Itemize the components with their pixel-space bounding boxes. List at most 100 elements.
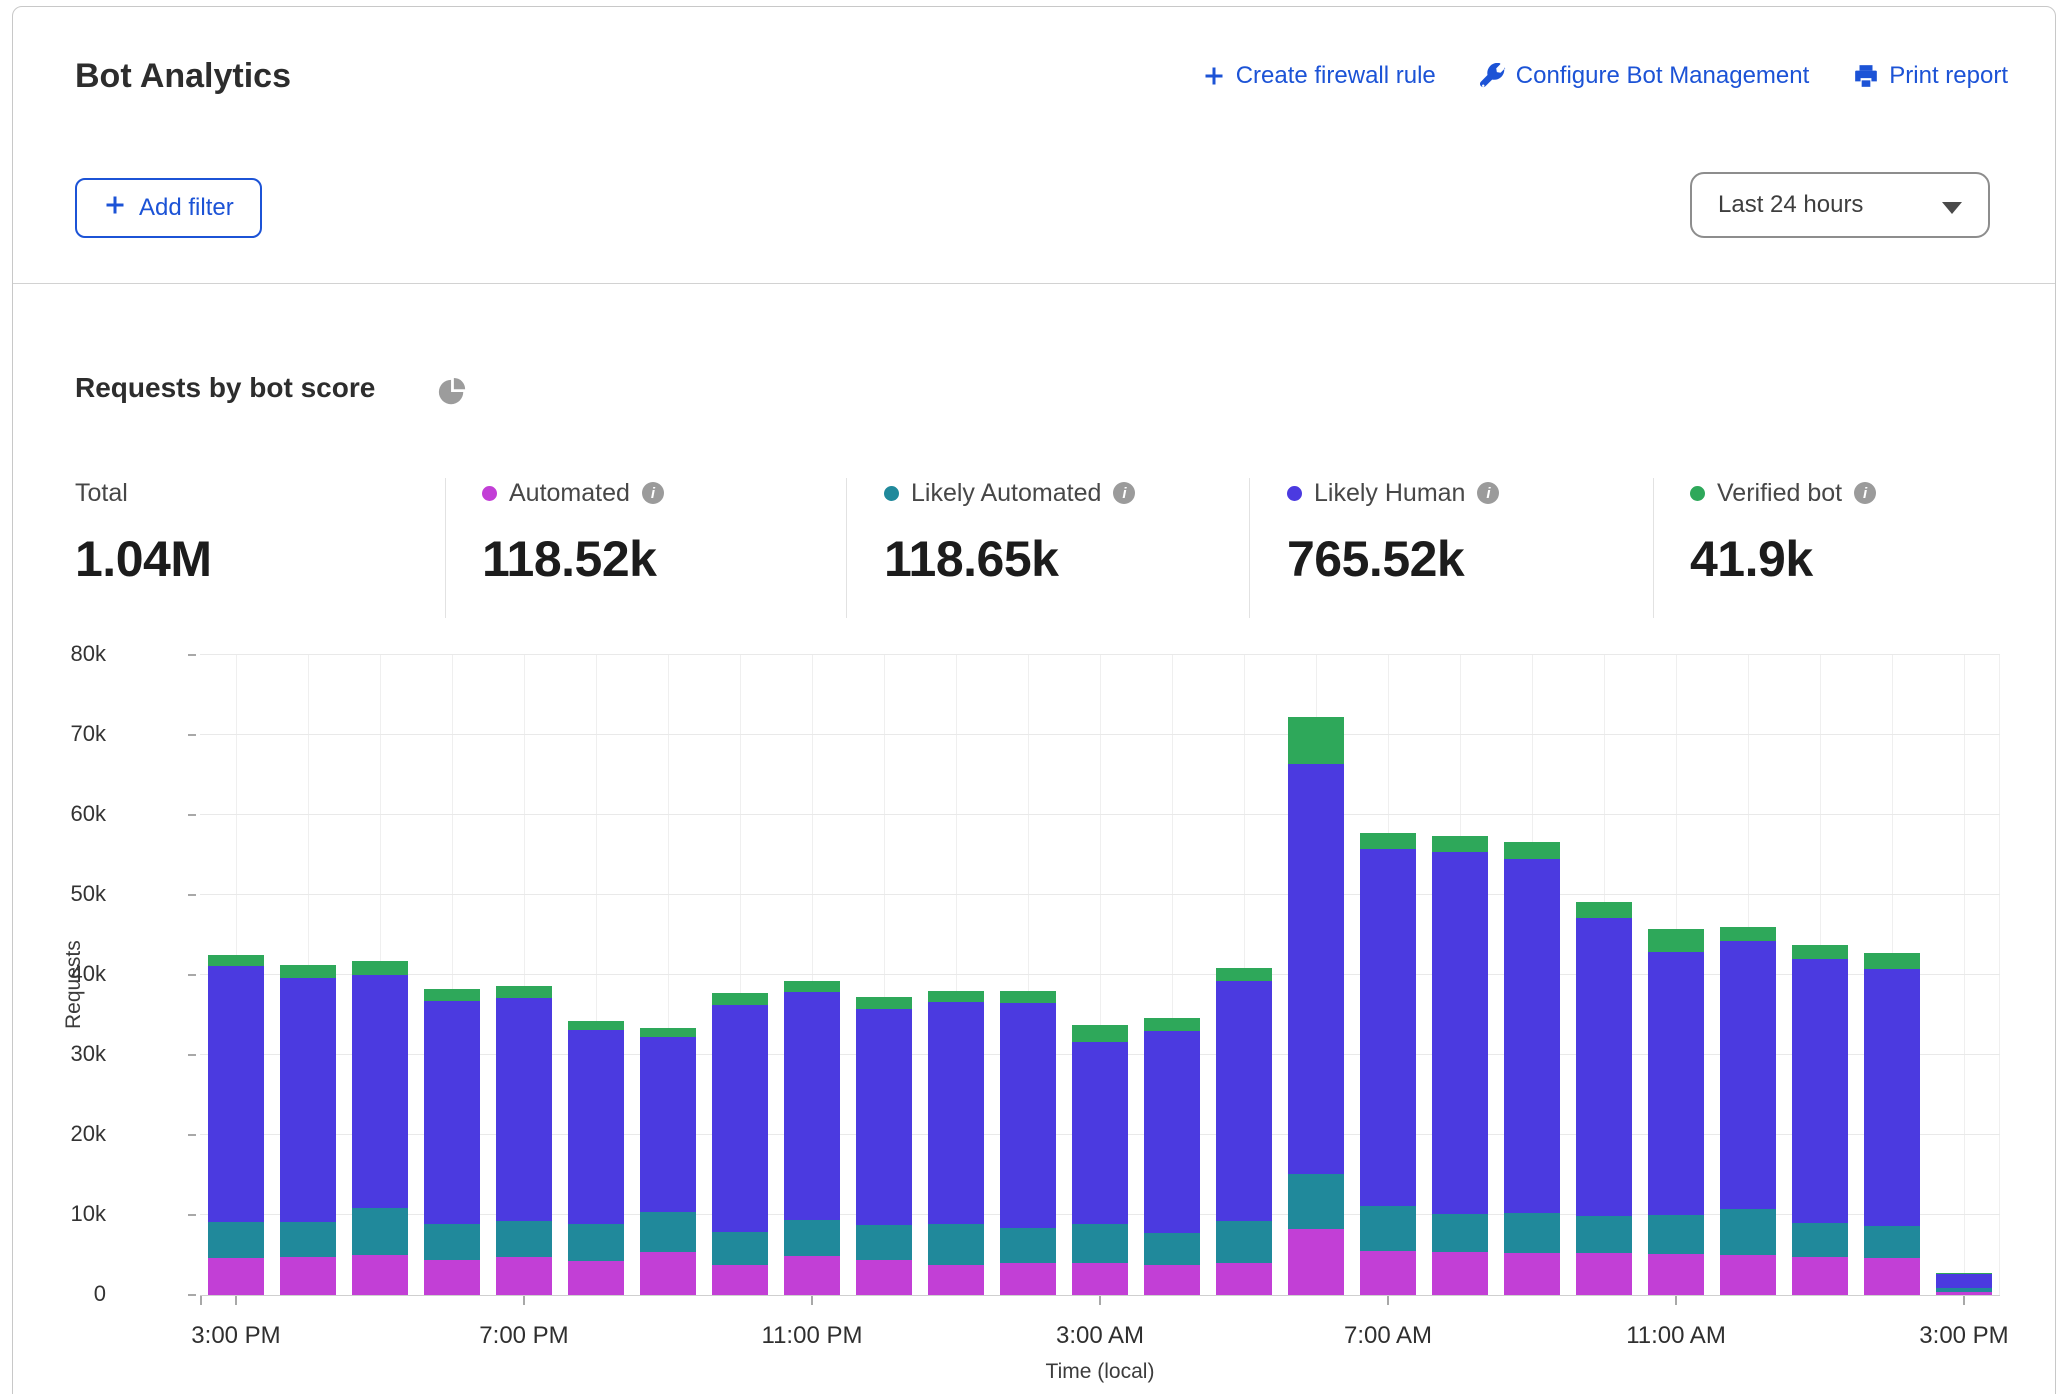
info-icon[interactable]: i — [1477, 482, 1499, 504]
info-icon[interactable]: i — [642, 482, 664, 504]
bar-segment-verified-bot[interactable] — [784, 981, 840, 991]
bar-segment-likely-human[interactable] — [928, 1002, 984, 1224]
bar-segment-automated[interactable] — [1648, 1254, 1704, 1295]
bar-segment-verified-bot[interactable] — [712, 993, 768, 1004]
bar-segment-likely-human[interactable] — [1504, 859, 1560, 1213]
bar-segment-likely-human[interactable] — [856, 1009, 912, 1226]
bar-segment-automated[interactable] — [352, 1255, 408, 1295]
bar-segment-automated[interactable] — [784, 1256, 840, 1295]
bar-segment-likely-automated[interactable] — [712, 1232, 768, 1265]
info-icon[interactable]: i — [1854, 482, 1876, 504]
bar-segment-likely-automated[interactable] — [1720, 1209, 1776, 1255]
bar-segment-likely-human[interactable] — [1072, 1042, 1128, 1224]
bar-segment-verified-bot[interactable] — [856, 997, 912, 1008]
bar-segment-likely-human[interactable] — [640, 1037, 696, 1212]
bar-segment-likely-automated[interactable] — [1576, 1216, 1632, 1254]
bar-segment-verified-bot[interactable] — [640, 1028, 696, 1037]
bar-segment-likely-automated[interactable] — [640, 1212, 696, 1252]
bar-segment-likely-human[interactable] — [1936, 1274, 1992, 1288]
bar-segment-likely-human[interactable] — [208, 966, 264, 1222]
configure-bot-management-link[interactable]: Configure Bot Management — [1480, 62, 1810, 90]
bar-segment-likely-automated[interactable] — [1288, 1174, 1344, 1229]
bar-segment-automated[interactable] — [1000, 1263, 1056, 1295]
bar-segment-verified-bot[interactable] — [1792, 945, 1848, 959]
bar-segment-verified-bot[interactable] — [1720, 927, 1776, 941]
bar-segment-automated[interactable] — [280, 1257, 336, 1295]
bar-segment-likely-human[interactable] — [568, 1030, 624, 1224]
bar-segment-verified-bot[interactable] — [1648, 929, 1704, 951]
bar-segment-verified-bot[interactable] — [424, 989, 480, 1000]
bar-segment-verified-bot[interactable] — [1000, 991, 1056, 1003]
bar-segment-automated[interactable] — [1144, 1265, 1200, 1295]
bar-segment-verified-bot[interactable] — [1864, 953, 1920, 969]
bar-segment-likely-human[interactable] — [352, 975, 408, 1208]
bar-segment-automated[interactable] — [1504, 1253, 1560, 1295]
bar-segment-likely-human[interactable] — [1288, 764, 1344, 1174]
bar-segment-automated[interactable] — [1576, 1253, 1632, 1295]
bar-segment-likely-automated[interactable] — [1432, 1214, 1488, 1252]
bar-segment-likely-human[interactable] — [280, 978, 336, 1222]
bar-segment-likely-automated[interactable] — [1216, 1221, 1272, 1263]
bar-segment-automated[interactable] — [856, 1260, 912, 1295]
bar-segment-likely-human[interactable] — [1864, 969, 1920, 1226]
bar-segment-likely-human[interactable] — [1216, 981, 1272, 1221]
bar-segment-verified-bot[interactable] — [1432, 836, 1488, 852]
bar-segment-likely-automated[interactable] — [1360, 1206, 1416, 1251]
bar-segment-verified-bot[interactable] — [1216, 968, 1272, 981]
bar-segment-automated[interactable] — [1720, 1255, 1776, 1295]
bar-segment-likely-automated[interactable] — [424, 1224, 480, 1260]
create-firewall-rule-link[interactable]: Create firewall rule — [1202, 62, 1436, 90]
bar-segment-likely-automated[interactable] — [784, 1220, 840, 1256]
bar-segment-verified-bot[interactable] — [208, 955, 264, 966]
bar-segment-automated[interactable] — [1432, 1252, 1488, 1295]
bar-segment-likely-automated[interactable] — [1000, 1228, 1056, 1263]
bar-segment-automated[interactable] — [640, 1252, 696, 1295]
bar-segment-likely-human[interactable] — [1648, 952, 1704, 1215]
bar-segment-likely-human[interactable] — [712, 1005, 768, 1232]
bar-segment-verified-bot[interactable] — [928, 991, 984, 1002]
print-report-link[interactable]: Print report — [1853, 62, 2008, 90]
bar-segment-likely-automated[interactable] — [280, 1222, 336, 1257]
bar-segment-likely-human[interactable] — [784, 992, 840, 1220]
bar-segment-likely-human[interactable] — [1144, 1031, 1200, 1233]
bar-segment-automated[interactable] — [496, 1257, 552, 1295]
bar-segment-likely-automated[interactable] — [928, 1224, 984, 1265]
bar-segment-likely-human[interactable] — [424, 1001, 480, 1224]
bar-segment-automated[interactable] — [1864, 1258, 1920, 1295]
bar-segment-likely-automated[interactable] — [856, 1225, 912, 1259]
bar-segment-likely-human[interactable] — [1792, 959, 1848, 1223]
bar-segment-automated[interactable] — [1936, 1292, 1992, 1295]
add-filter-button[interactable]: Add filter — [75, 178, 262, 238]
bar-segment-likely-human[interactable] — [1432, 852, 1488, 1214]
bar-segment-automated[interactable] — [424, 1260, 480, 1295]
bar-segment-likely-automated[interactable] — [1792, 1223, 1848, 1257]
bar-segment-likely-automated[interactable] — [1648, 1215, 1704, 1254]
bar-segment-automated[interactable] — [208, 1258, 264, 1295]
time-range-dropdown[interactable]: Last 24 hours — [1690, 172, 1990, 238]
info-icon[interactable]: i — [1113, 482, 1135, 504]
bar-segment-verified-bot[interactable] — [1288, 717, 1344, 763]
bar-segment-verified-bot[interactable] — [1360, 833, 1416, 848]
bar-segment-likely-automated[interactable] — [568, 1224, 624, 1261]
bar-segment-likely-automated[interactable] — [496, 1221, 552, 1257]
bar-segment-automated[interactable] — [1360, 1251, 1416, 1295]
bar-segment-verified-bot[interactable] — [1504, 842, 1560, 859]
bar-segment-likely-human[interactable] — [496, 998, 552, 1221]
bar-segment-verified-bot[interactable] — [352, 961, 408, 975]
bar-segment-likely-human[interactable] — [1360, 849, 1416, 1207]
bar-segment-verified-bot[interactable] — [1144, 1018, 1200, 1031]
bar-segment-likely-automated[interactable] — [1144, 1233, 1200, 1264]
bar-segment-likely-human[interactable] — [1720, 941, 1776, 1209]
bar-segment-likely-automated[interactable] — [1504, 1213, 1560, 1253]
bar-segment-likely-automated[interactable] — [1864, 1226, 1920, 1258]
bar-segment-verified-bot[interactable] — [496, 986, 552, 998]
bar-segment-automated[interactable] — [1072, 1263, 1128, 1295]
bar-segment-likely-human[interactable] — [1000, 1003, 1056, 1228]
bar-segment-verified-bot[interactable] — [1072, 1025, 1128, 1043]
bar-segment-verified-bot[interactable] — [568, 1021, 624, 1030]
bar-segment-automated[interactable] — [928, 1265, 984, 1295]
bar-segment-automated[interactable] — [568, 1261, 624, 1295]
bar-segment-verified-bot[interactable] — [280, 965, 336, 978]
bar-segment-automated[interactable] — [712, 1265, 768, 1295]
bar-segment-automated[interactable] — [1792, 1257, 1848, 1295]
